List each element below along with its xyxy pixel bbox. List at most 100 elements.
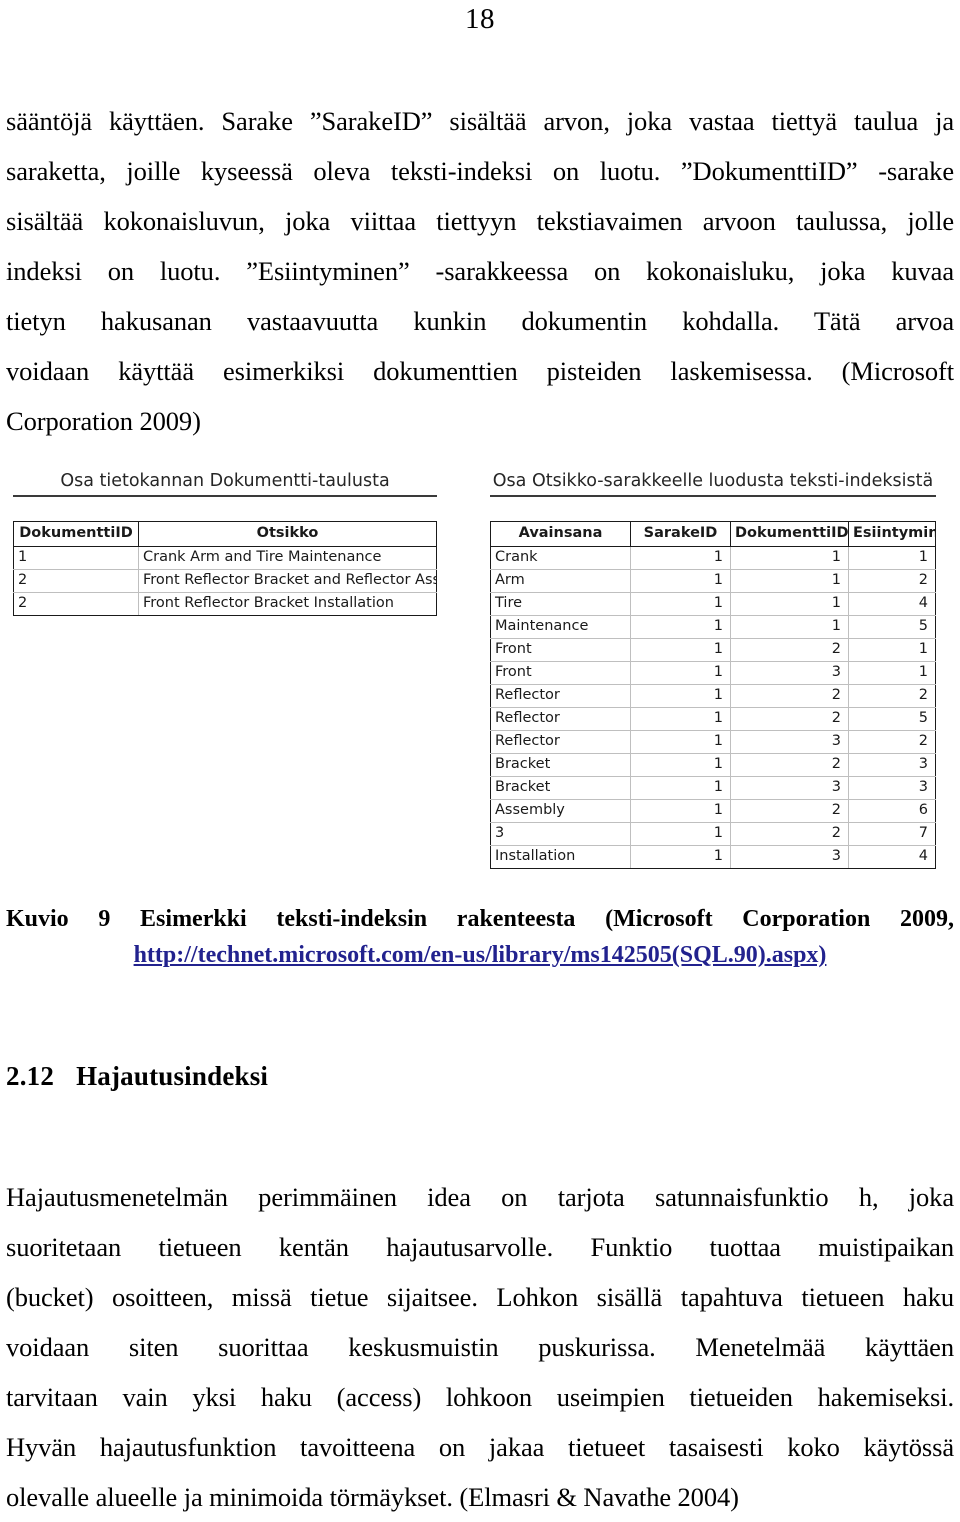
caption-text: Kuvio 9 Esimerkki teksti-indeksin rakent… xyxy=(6,906,954,932)
cell-sarakeid: 1 xyxy=(630,799,731,823)
cell-dokumenttiid: 1 xyxy=(13,546,139,570)
cell-dokumenttiid: 2 xyxy=(13,569,139,593)
cell-sarakeid: 1 xyxy=(630,776,731,800)
table-row: Reflector 1 2 5 xyxy=(490,707,936,731)
table-row: Reflector 1 2 2 xyxy=(490,684,936,708)
table-row: 2 Front Reflector Bracket and Reflector … xyxy=(13,569,437,593)
cell-sarakeid: 1 xyxy=(630,638,731,662)
text-index-table-body: Crank 1 1 1 Arm 1 1 2 Tire 1 1 4 Mainten… xyxy=(490,546,936,869)
column-header-sarakeid: SarakeID xyxy=(630,521,731,547)
figure-text-index-example: Osa tietokannan Dokumentti-taulusta Doku… xyxy=(0,470,960,890)
cell-dokumenttiid: 2 xyxy=(730,753,849,777)
cell-avainsana: Tire xyxy=(490,592,631,616)
column-header-dokumenttiid: DokumenttiID xyxy=(13,521,139,547)
cell-esiintyminen: 4 xyxy=(848,592,936,616)
caption-source-link[interactable]: http://technet.microsoft.com/en-us/libra… xyxy=(134,942,827,968)
cell-esiintyminen: 5 xyxy=(848,615,936,639)
document-table-body: 1 Crank Arm and Tire Maintenance 2 Front… xyxy=(13,546,437,616)
table-header-row: DokumenttiID Otsikko xyxy=(13,521,437,547)
table-row: Crank 1 1 1 xyxy=(490,546,936,570)
paragraph-line: voidaan käyttää esimerkiksi dokumenttien… xyxy=(6,356,954,386)
table-row: Tire 1 1 4 xyxy=(490,592,936,616)
table-row: Bracket 1 2 3 xyxy=(490,753,936,777)
cell-sarakeid: 1 xyxy=(630,615,731,639)
cell-esiintyminen: 4 xyxy=(848,845,936,869)
table-header-row: Avainsana SarakeID DokumenttiID Esiintym… xyxy=(490,521,936,547)
table-row: Installation 1 3 4 xyxy=(490,845,936,869)
cell-esiintyminen: 2 xyxy=(848,730,936,754)
cell-dokumenttiid: 3 xyxy=(730,776,849,800)
paragraph-line: (bucket) osoitteen, missä tietue sijaits… xyxy=(6,1282,954,1312)
table-row: Front 1 3 1 xyxy=(490,661,936,685)
section-title: Hajautusindeksi xyxy=(76,1061,269,1091)
cell-avainsana: Crank xyxy=(490,546,631,570)
table-row: 1 Crank Arm and Tire Maintenance xyxy=(13,546,437,570)
caption-link-line: http://technet.microsoft.com/en-us/libra… xyxy=(6,938,954,972)
cell-dokumenttiid: 2 xyxy=(730,684,849,708)
cell-avainsana: Assembly xyxy=(490,799,631,823)
cell-avainsana: Installation xyxy=(490,845,631,869)
figure-right-rule xyxy=(490,495,936,497)
paragraph-line: indeksi on luotu. ˮEsiintyminenˮ -sarakk… xyxy=(6,256,954,286)
paragraph-line: suoritetaan tietueen kentän hajautusarvo… xyxy=(6,1232,954,1262)
cell-sarakeid: 1 xyxy=(630,661,731,685)
cell-sarakeid: 1 xyxy=(630,592,731,616)
column-header-otsikko: Otsikko xyxy=(138,521,437,547)
cell-dokumenttiid: 3 xyxy=(730,730,849,754)
figure-panel-text-index-table: Osa Otsikko-sarakkeelle luodusta teksti-… xyxy=(490,470,936,869)
cell-dokumenttiid: 2 xyxy=(13,592,139,616)
figure-left-rule xyxy=(13,495,437,497)
cell-dokumenttiid: 1 xyxy=(730,592,849,616)
column-header-avainsana: Avainsana xyxy=(490,521,631,547)
cell-avainsana: 3 xyxy=(490,822,631,846)
cell-sarakeid: 1 xyxy=(630,845,731,869)
document-page: 18 sääntöjä käyttäen. Sarake ˮSarakeIDˮ … xyxy=(0,0,960,1512)
table-row: Arm 1 1 2 xyxy=(490,569,936,593)
cell-avainsana: Front xyxy=(490,638,631,662)
cell-avainsana: Bracket xyxy=(490,753,631,777)
cell-avainsana: Reflector xyxy=(490,730,631,754)
paragraph-line: Hyvän hajautusfunktion tavoitteena on ja… xyxy=(6,1432,954,1462)
table-row: 2 Front Reflector Bracket Installation xyxy=(13,592,437,616)
page-number: 18 xyxy=(465,3,495,35)
cell-sarakeid: 1 xyxy=(630,569,731,593)
figure-right-title: Osa Otsikko-sarakkeelle luodusta teksti-… xyxy=(492,471,934,491)
cell-avainsana: Arm xyxy=(490,569,631,593)
cell-esiintyminen: 3 xyxy=(848,776,936,800)
cell-esiintyminen: 1 xyxy=(848,661,936,685)
cell-esiintyminen: 5 xyxy=(848,707,936,731)
cell-dokumenttiid: 2 xyxy=(730,822,849,846)
cell-esiintyminen: 7 xyxy=(848,822,936,846)
text-index-table: Avainsana SarakeID DokumenttiID Esiintym… xyxy=(490,521,936,869)
cell-sarakeid: 1 xyxy=(630,730,731,754)
cell-dokumenttiid: 2 xyxy=(730,799,849,823)
paragraph-line: tarvitaan vain yksi haku (access) lohkoo… xyxy=(6,1382,954,1412)
cell-esiintyminen: 2 xyxy=(848,569,936,593)
paragraph-bottom: Hajautusmenetelmän perimmäinen idea on t… xyxy=(6,1172,954,1522)
cell-otsikko: Crank Arm and Tire Maintenance xyxy=(138,546,437,570)
cell-sarakeid: 1 xyxy=(630,707,731,731)
table-row: 3 1 2 7 xyxy=(490,822,936,846)
column-header-esiintyminen: Esiintyminen xyxy=(848,521,936,547)
cell-avainsana: Reflector xyxy=(490,707,631,731)
figure-panel-document-table: Osa tietokannan Dokumentti-taulusta Doku… xyxy=(13,470,437,616)
column-header-dokumenttiid: DokumenttiID xyxy=(730,521,849,547)
cell-dokumenttiid: 1 xyxy=(730,615,849,639)
table-row: Front 1 2 1 xyxy=(490,638,936,662)
cell-sarakeid: 1 xyxy=(630,753,731,777)
paragraph-line: voidaan siten suorittaa keskusmuistin pu… xyxy=(6,1332,954,1362)
cell-sarakeid: 1 xyxy=(630,546,731,570)
cell-otsikko: Front Reflector Bracket and Reflector As… xyxy=(138,569,437,593)
cell-dokumenttiid: 2 xyxy=(730,707,849,731)
figure-left-title: Osa tietokannan Dokumentti-taulusta xyxy=(60,471,390,491)
cell-esiintyminen: 6 xyxy=(848,799,936,823)
cell-esiintyminen: 3 xyxy=(848,753,936,777)
section-heading: 2.12 Hajautusindeksi xyxy=(6,1058,706,1094)
paragraph-line: saraketta, joille kyseessä oleva teksti-… xyxy=(6,156,954,186)
cell-avainsana: Bracket xyxy=(490,776,631,800)
document-table: DokumenttiID Otsikko 1 Crank Arm and Tir… xyxy=(13,521,437,616)
paragraph-line: Corporation 2009) xyxy=(6,406,201,436)
cell-esiintyminen: 2 xyxy=(848,684,936,708)
cell-dokumenttiid: 2 xyxy=(730,638,849,662)
cell-avainsana: Reflector xyxy=(490,684,631,708)
